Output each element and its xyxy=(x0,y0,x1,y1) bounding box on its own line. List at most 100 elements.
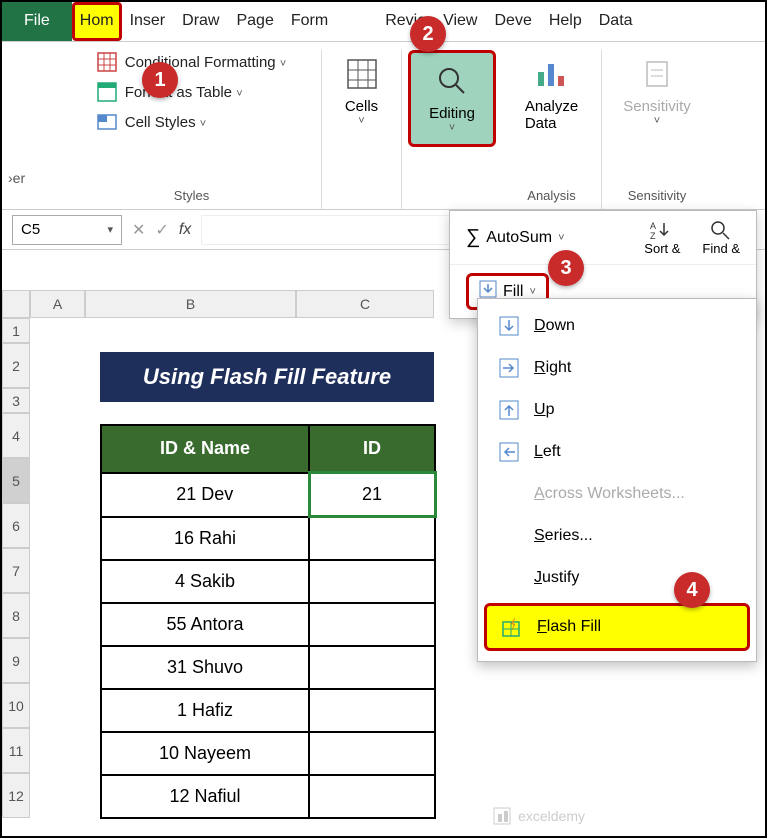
tab-file[interactable]: File xyxy=(2,2,72,41)
name-box-value: C5 xyxy=(21,221,40,238)
tab-insert[interactable]: Inser xyxy=(122,2,175,41)
flash-fill-icon xyxy=(501,616,523,638)
sensitivity-group: Sensitivity ˅ Sensitivity xyxy=(602,50,712,209)
step-badge-2: 2 xyxy=(410,16,446,52)
tab-deve[interactable]: Deve xyxy=(486,2,540,41)
table-row[interactable]: 55 Antora xyxy=(101,603,435,646)
editing-button[interactable]: Editing ˅ xyxy=(408,50,496,147)
fill-down-item[interactable]: DDownown xyxy=(478,305,756,347)
fill-right-item[interactable]: Right xyxy=(478,347,756,389)
panel-top-row: ∑ AutoSum ˅ AZ Sort & Find & xyxy=(450,211,756,265)
select-all-corner[interactable] xyxy=(2,290,30,318)
fill-submenu: DDownown Right Up Left Across Worksheets… xyxy=(477,298,757,662)
name-box[interactable]: C5 ▾ xyxy=(12,215,122,245)
sensitivity-button: Sensitivity ˅ xyxy=(609,50,705,133)
step-badge-1: 1 xyxy=(142,62,178,98)
tab-page[interactable]: Page xyxy=(228,2,282,41)
row-header-5[interactable]: 5 xyxy=(2,458,30,503)
row-header-3[interactable]: 3 xyxy=(2,388,30,413)
step-badge-4: 4 xyxy=(674,572,710,608)
row-header-11[interactable]: 11 xyxy=(2,728,30,773)
step-badge-3: 3 xyxy=(548,250,584,286)
tab-form[interactable]: Form xyxy=(283,2,337,41)
table-row[interactable]: 1 Hafiz xyxy=(101,689,435,732)
sigma-icon: ∑ xyxy=(466,226,480,249)
editing-group: Editing ˅ xyxy=(402,50,502,209)
arrow-down-icon xyxy=(498,315,520,337)
fill-flash-item[interactable]: Flash Fill xyxy=(484,603,750,651)
find-button[interactable]: Find & xyxy=(702,219,740,256)
col-header-b[interactable]: B xyxy=(85,290,296,318)
svg-text:Z: Z xyxy=(650,231,656,241)
table-row[interactable]: 10 Nayeem xyxy=(101,732,435,775)
enter-icon[interactable]: ✓ xyxy=(155,220,168,240)
tab-hidden[interactable] xyxy=(337,2,377,41)
row-header-7[interactable]: 7 xyxy=(2,548,30,593)
analyze-button[interactable]: Analyze Data xyxy=(511,50,592,138)
sort-button[interactable]: AZ Sort & xyxy=(644,219,680,256)
arrow-right-icon xyxy=(498,357,520,379)
namebox-dropdown-icon[interactable]: ▾ xyxy=(107,223,113,236)
cells-group: Cells ˅ xyxy=(322,50,402,209)
styles-group-label: Styles xyxy=(174,182,209,209)
cell-styles-label: Cell Styles ˅ xyxy=(125,114,206,131)
table-row[interactable]: 31 Shuvo xyxy=(101,646,435,689)
analyze-icon xyxy=(534,56,570,92)
analyze-label: Analyze Data xyxy=(525,98,578,132)
cancel-icon[interactable]: ✕ xyxy=(132,220,145,240)
autosum-button[interactable]: ∑ AutoSum ˅ xyxy=(466,226,565,249)
row-header-8[interactable]: 8 xyxy=(2,593,30,638)
find-icon xyxy=(709,219,733,241)
table-title: Using Flash Fill Feature xyxy=(100,352,434,402)
tab-help[interactable]: Help xyxy=(541,2,591,41)
fill-left-item[interactable]: Left xyxy=(478,431,756,473)
tab-draw[interactable]: Draw xyxy=(174,2,228,41)
watermark-icon xyxy=(492,806,512,826)
watermark: exceldemy xyxy=(492,806,585,826)
row-header-6[interactable]: 6 xyxy=(2,503,30,548)
arrow-left-icon xyxy=(498,441,520,463)
sensitivity-group-label: Sensitivity xyxy=(628,182,687,209)
sensitivity-icon xyxy=(639,56,675,92)
th-idname[interactable]: ID & Name xyxy=(101,425,309,473)
fill-series-item[interactable]: Series... xyxy=(478,515,756,557)
row-header-12[interactable]: 12 xyxy=(2,773,30,818)
tab-home[interactable]: Hom xyxy=(72,2,122,41)
cells-label: Cells xyxy=(345,98,378,115)
svg-text:A: A xyxy=(650,221,656,231)
editing-label: Editing xyxy=(429,105,475,122)
table-row[interactable]: 16 Rahi xyxy=(101,517,435,560)
row-header-4[interactable]: 4 xyxy=(2,413,30,458)
search-icon xyxy=(434,63,470,99)
fill-up-item[interactable]: Up xyxy=(478,389,756,431)
row-header-2[interactable]: 2 xyxy=(2,343,30,388)
fill-justify-item[interactable]: Justify xyxy=(478,557,756,599)
cells-button[interactable]: Cells ˅ xyxy=(330,50,394,133)
col-header-a[interactable]: A xyxy=(30,290,85,318)
table-wrap: Using Flash Fill Feature ID & Name ID 21… xyxy=(100,352,437,819)
th-id[interactable]: ID xyxy=(309,425,435,473)
row-header-10[interactable]: 10 xyxy=(2,683,30,728)
data-table: ID & Name ID 21 Dev21 16 Rahi 4 Sakib 55… xyxy=(100,424,437,819)
clipboard-partial: ›er xyxy=(8,170,25,186)
arrow-up-icon xyxy=(498,399,520,421)
analysis-group: Analyze Data Analysis xyxy=(502,50,602,209)
format-table-icon xyxy=(97,82,117,102)
analysis-group-label: Analysis xyxy=(527,182,575,209)
table-row[interactable]: 21 Dev21 xyxy=(101,473,435,517)
col-header-c[interactable]: C xyxy=(296,290,434,318)
table-row[interactable]: 12 Nafiul xyxy=(101,775,435,818)
cond-format-icon xyxy=(97,52,117,72)
tab-data[interactable]: Data xyxy=(591,2,642,41)
fx-icon[interactable]: fx xyxy=(179,221,191,239)
cell-styles-button[interactable]: Cell Styles ˅ xyxy=(97,110,206,134)
ribbon-body: ›er Conditional Formatting ˅ Format as T… xyxy=(2,42,765,210)
ribbon-tabs: File Hom Inser Draw Page Form Revie View… xyxy=(2,2,765,42)
styles-group: Conditional Formatting ˅ Format as Table… xyxy=(62,50,322,209)
table-row[interactable]: 4 Sakib xyxy=(101,560,435,603)
cells-icon xyxy=(344,56,380,92)
cell-styles-icon xyxy=(97,112,117,132)
row-header-9[interactable]: 9 xyxy=(2,638,30,683)
conditional-formatting-button[interactable]: Conditional Formatting ˅ xyxy=(97,50,287,74)
row-header-1[interactable]: 1 xyxy=(2,318,30,343)
